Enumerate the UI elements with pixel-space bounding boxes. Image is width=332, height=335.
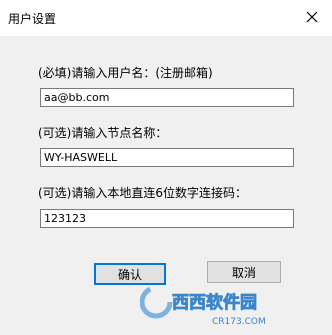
watermark-logo-graphic: 西西软件园 CR173.COM: [139, 285, 266, 327]
username-input[interactable]: [40, 88, 294, 107]
title-bar[interactable]: 用户设置: [0, 0, 332, 36]
close-button[interactable]: [298, 2, 326, 32]
svg-text:CR173.COM: CR173.COM: [212, 317, 266, 327]
window-title: 用户设置: [8, 12, 57, 26]
username-label: (必填)请输入用户名：(注册邮箱): [38, 66, 213, 80]
connect-code-input[interactable]: [40, 209, 294, 228]
node-name-input[interactable]: [40, 148, 294, 167]
node-name-label: (可选)请输入节点名称：: [38, 126, 168, 140]
connect-code-label: (可选)请输入本地直连6位数字连接码：: [38, 186, 247, 200]
svg-text:西西软件园: 西西软件园: [172, 292, 257, 313]
watermark-logo: 西西软件园 CR173.COM: [139, 280, 332, 331]
close-icon: [306, 11, 318, 23]
